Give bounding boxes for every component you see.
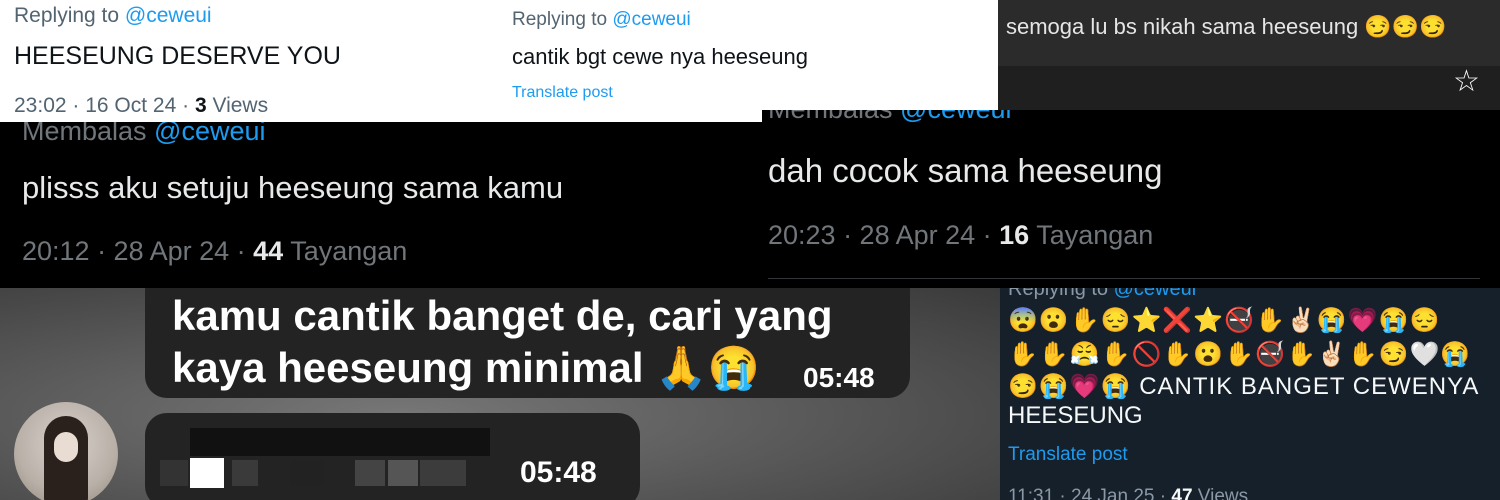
censor-block bbox=[232, 460, 258, 486]
mention-link[interactable]: @ceweui bbox=[1114, 288, 1197, 300]
tweet-text: dah cocok sama heeseung bbox=[768, 152, 1163, 189]
translate-post-link[interactable]: Translate post bbox=[1008, 444, 1128, 466]
tweet-text: HEESEUNG bbox=[1008, 402, 1143, 429]
censor-block bbox=[290, 460, 324, 486]
tweet-meta: 20:12 · 28 Apr 24 · 44 Tayangan bbox=[22, 236, 407, 267]
membalas-label: Membalas @ceweui bbox=[22, 122, 266, 147]
tweet-reply-plisss: Membalas @ceweui plisss aku setuju heese… bbox=[0, 122, 762, 288]
views-label: Tayangan bbox=[283, 236, 408, 266]
censor-block bbox=[388, 460, 418, 486]
views-count: 3 bbox=[194, 94, 207, 117]
views-label: Views bbox=[206, 94, 269, 117]
comment-text: semoga lu bs nikah sama heeseung 😏😏😏 bbox=[1006, 14, 1447, 39]
avatar-face bbox=[54, 432, 78, 462]
tweet-reply-heeseung-deserve: Replying to @ceweui HEESEUNG DESERVE YOU… bbox=[0, 0, 500, 122]
replying-to-label: Replying to @ceweui bbox=[14, 4, 212, 28]
timestamp: 20:12 · 28 Apr 24 · bbox=[22, 236, 254, 266]
reply-prefix: Replying to bbox=[512, 9, 613, 30]
tweet-text-line: 😏😭💗😭 CANTIK BANGET CEWENYA bbox=[1008, 372, 1479, 402]
star-icon[interactable]: ☆ bbox=[1453, 64, 1480, 99]
chat-message-time: 05:48 bbox=[520, 456, 597, 489]
chat-message-line: kamu cantik banget de, cari yang bbox=[172, 292, 833, 339]
reply-prefix: Membalas bbox=[768, 110, 900, 124]
censor-block bbox=[160, 460, 188, 486]
tweet-reply-dah-cocok: Membalas @ceweui dah cocok sama heeseung… bbox=[762, 110, 1500, 288]
replying-to-label: Replying to @ceweui bbox=[1008, 288, 1196, 301]
avatar[interactable] bbox=[14, 402, 118, 500]
action-bar bbox=[998, 66, 1500, 112]
censor-block bbox=[190, 458, 224, 488]
reply-prefix: Replying to bbox=[1008, 288, 1114, 300]
mention-link[interactable]: @ceweui bbox=[612, 9, 690, 30]
membalas-label: Membalas @ceweui bbox=[768, 110, 1012, 125]
tweet-text: CANTIK BANGET CEWENYA bbox=[1131, 373, 1480, 400]
views-count: 44 bbox=[253, 236, 284, 266]
tweet-text: cantik bgt cewe nya heeseung bbox=[512, 44, 808, 69]
tweet-text: HEESEUNG DESERVE YOU bbox=[14, 42, 341, 70]
chat-message-time: 05:48 bbox=[803, 362, 875, 393]
timestamp: 23:02 · 16 Oct 24 · bbox=[14, 94, 195, 117]
emoji-row: 😨😮✋😔⭐❌⭐🚭✋✌🏻😭💗😭😔 bbox=[1008, 307, 1441, 334]
tweet-meta: 20:23 · 28 Apr 24 · 16 Tayangan bbox=[768, 220, 1153, 251]
tweet-reply-emoji: Replying to @ceweui 😨😮✋😔⭐❌⭐🚭✋✌🏻😭💗😭😔 ✋✋😤✋… bbox=[1000, 288, 1500, 500]
censor-block bbox=[420, 460, 466, 486]
translate-post-link[interactable]: Translate post bbox=[512, 84, 613, 102]
timestamp: 20:23 · 28 Apr 24 · bbox=[768, 220, 1000, 250]
tweet-meta: 11:31 · 24 Jan 25 · 47 Views bbox=[1008, 486, 1248, 500]
replying-to-label: Replying to @ceweui bbox=[512, 9, 691, 31]
views-count: 47 bbox=[1171, 486, 1193, 500]
comment-semoga: semoga lu bs nikah sama heeseung 😏😏😏 ☆ bbox=[998, 0, 1500, 122]
views-count: 16 bbox=[999, 220, 1030, 250]
timestamp: 11:31 · 24 Jan 25 · bbox=[1008, 486, 1172, 500]
divider bbox=[768, 278, 1480, 279]
tweet-text: plisss aku setuju heeseung sama kamu bbox=[22, 170, 564, 205]
mention-link[interactable]: @ceweui bbox=[154, 122, 265, 146]
chat-screenshot: kamu cantik banget de, cari yang kaya he… bbox=[0, 288, 1000, 500]
reply-prefix: Membalas bbox=[22, 122, 155, 146]
censor-block bbox=[190, 428, 490, 456]
mention-link[interactable]: @ceweui bbox=[900, 110, 1011, 124]
chat-message-line: kaya heeseung minimal 🙏😭 bbox=[172, 344, 760, 391]
reply-prefix: Replying to bbox=[14, 4, 125, 27]
mention-link[interactable]: @ceweui bbox=[125, 4, 212, 27]
views-label: Tayangan bbox=[1029, 220, 1154, 250]
tweet-meta: 23:02 · 16 Oct 24 · 3 Views bbox=[14, 94, 268, 118]
censor-block bbox=[355, 460, 385, 486]
emoji-row: ✋✋😤✋🚫✋😮✋🚭✋✌🏻✋😏🤍😭 bbox=[1008, 341, 1472, 368]
views-label: Views bbox=[1192, 486, 1249, 500]
emoji-run: 😏😭💗😭 bbox=[1008, 373, 1132, 400]
tweet-reply-cantik-bgt: Replying to @ceweui cantik bgt cewe nya … bbox=[500, 0, 998, 122]
